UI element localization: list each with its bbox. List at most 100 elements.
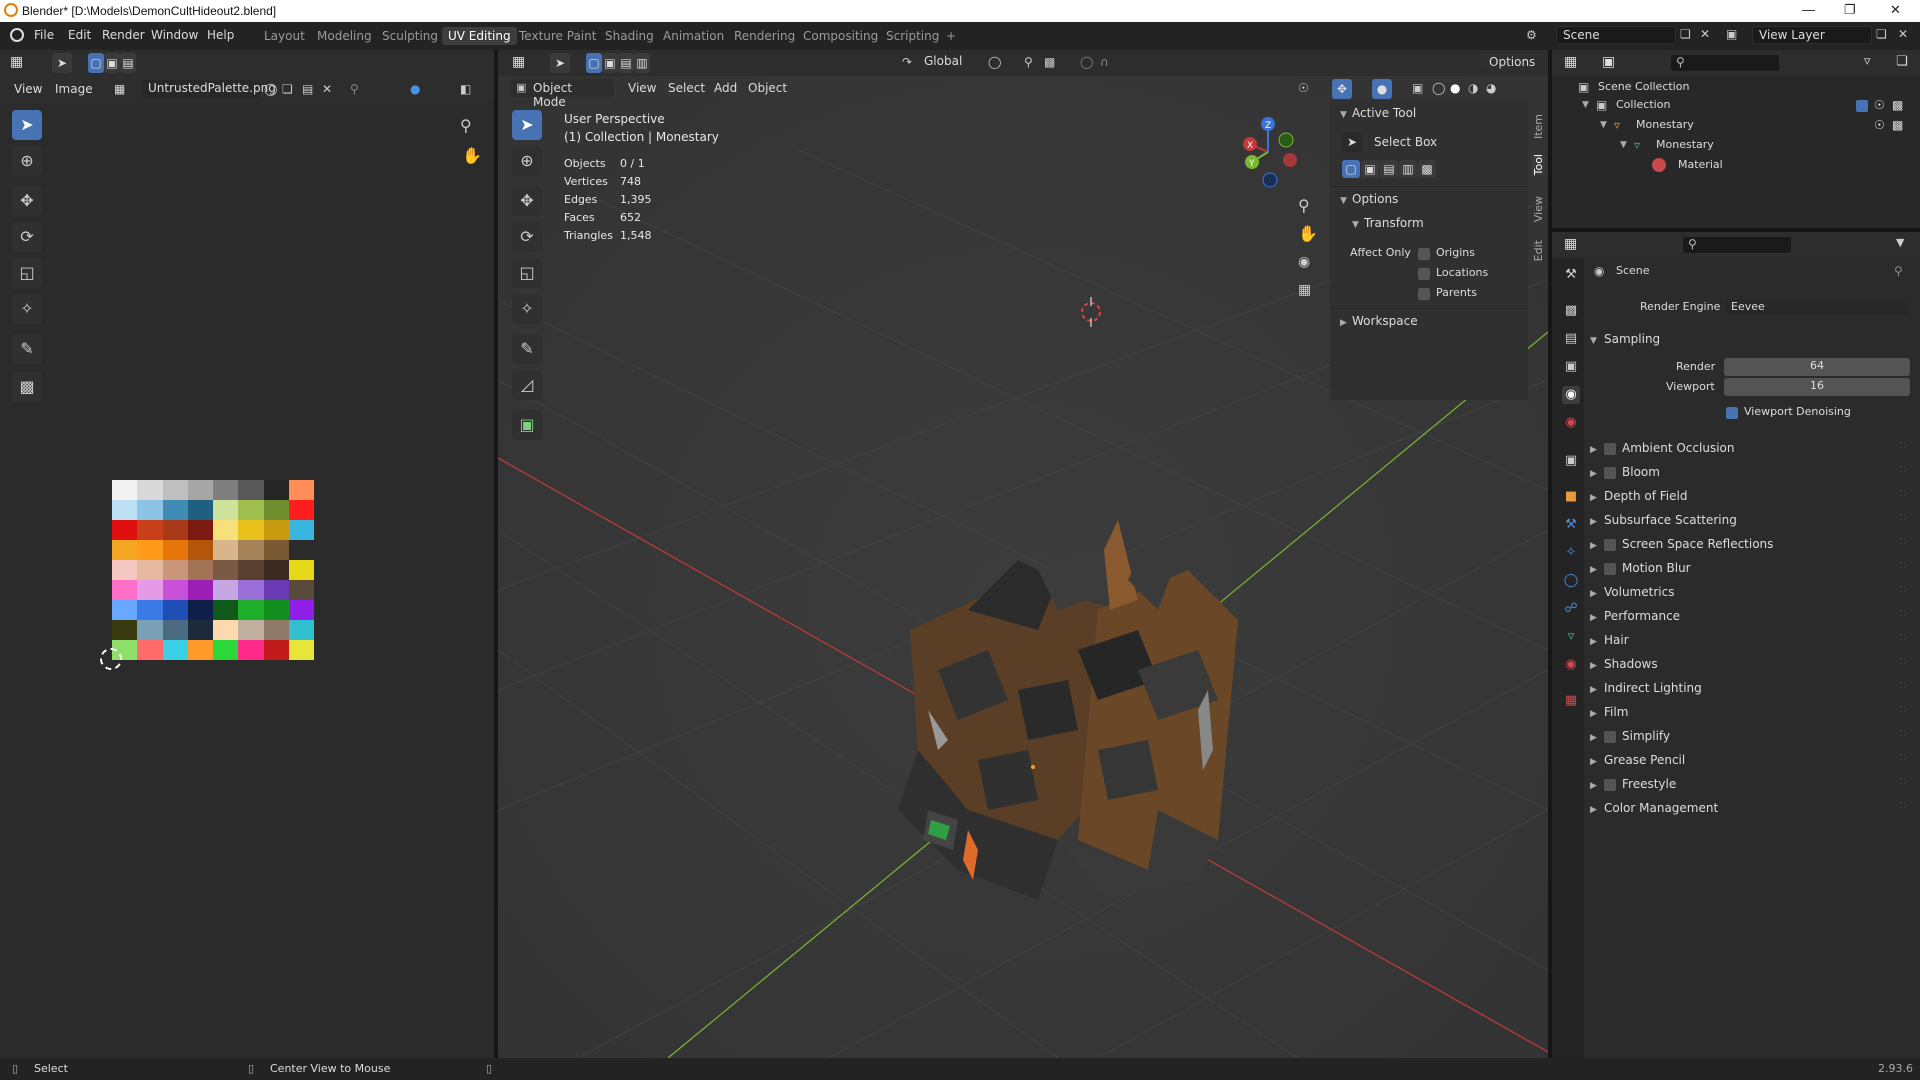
- snap-icon[interactable]: ⚲: [1024, 55, 1033, 69]
- active-tool-header[interactable]: Active Tool: [1352, 106, 1416, 120]
- tool-scale[interactable]: ◱: [512, 258, 542, 288]
- tool-annotate[interactable]: ✎: [512, 334, 542, 364]
- section-checkbox[interactable]: [1604, 731, 1616, 743]
- constraints-tab-icon[interactable]: ☍: [1562, 600, 1580, 618]
- tool-scale[interactable]: ◱: [12, 258, 42, 288]
- tab-texture-paint[interactable]: Texture Paint: [513, 27, 602, 45]
- scene-collection-label[interactable]: Scene Collection: [1598, 80, 1689, 93]
- falloff-icon[interactable]: ∩: [1100, 55, 1109, 69]
- drag-handle-icon[interactable]: ∷: [1900, 801, 1906, 812]
- mesh-label[interactable]: Monestary: [1656, 138, 1714, 151]
- tool-select-box[interactable]: ➤: [512, 110, 542, 140]
- mode-subtract-icon[interactable]: ▤: [1380, 160, 1398, 178]
- section-header[interactable]: Motion Blur: [1622, 561, 1691, 575]
- sidebar-tab-item[interactable]: Item: [1532, 114, 1545, 139]
- section-header[interactable]: Indirect Lighting: [1604, 681, 1702, 695]
- tab-animation[interactable]: Animation: [657, 27, 730, 45]
- editor-type-icon[interactable]: ▦: [512, 54, 525, 70]
- open-image-icon[interactable]: ▤: [302, 82, 313, 96]
- mode-invert-icon[interactable]: ▥: [1399, 160, 1417, 178]
- options-dropdown[interactable]: Options: [1482, 53, 1540, 71]
- navigation-gizmo[interactable]: X Y Z: [1228, 112, 1308, 192]
- transform-orientation-icon[interactable]: ↷: [902, 55, 912, 69]
- 3d-viewport[interactable]: ▦ ➤ ▢ ▣ ▤ ▥ ↷ Global ◯ ⚲ ▩ ◯ ∩ Options O…: [498, 50, 1548, 1058]
- material-tab-icon[interactable]: ◉: [1562, 656, 1580, 674]
- particles-tab-icon[interactable]: ✧: [1562, 544, 1580, 562]
- select-set-icon[interactable]: ▢: [586, 53, 602, 73]
- rendered-shading-icon[interactable]: ◕: [1486, 81, 1496, 95]
- section-header[interactable]: Freestyle: [1622, 777, 1676, 791]
- menu-file[interactable]: File: [34, 28, 54, 42]
- mode-intersect-icon[interactable]: ▩: [1418, 160, 1436, 178]
- tool-move[interactable]: ✥: [512, 186, 542, 216]
- pan-hand-icon[interactable]: ✋: [462, 146, 482, 165]
- view-layer-field[interactable]: View Layer: [1752, 26, 1872, 44]
- add-workspace-icon[interactable]: +: [940, 27, 962, 45]
- select-mode-icon[interactable]: ➤: [550, 53, 570, 73]
- section-header[interactable]: Ambient Occlusion: [1622, 441, 1734, 455]
- drag-handle-icon[interactable]: ∷: [1900, 537, 1906, 548]
- zoom-icon[interactable]: ⚲: [460, 116, 472, 135]
- restore-button[interactable]: ❐: [1844, 2, 1856, 18]
- new-collection-icon[interactable]: ❏: [1896, 54, 1908, 69]
- tab-sculpting[interactable]: Sculpting: [376, 27, 444, 45]
- menu-viewport-select[interactable]: Select: [668, 81, 705, 95]
- filter-icon[interactable]: ▿: [1864, 54, 1871, 69]
- drag-handle-icon[interactable]: ∷: [1900, 777, 1906, 788]
- options-header[interactable]: Options: [1352, 192, 1398, 206]
- tool-settings-tab-icon[interactable]: ⚒: [1562, 266, 1580, 284]
- image-browse-icon[interactable]: ▦: [114, 82, 125, 96]
- tool-rotate[interactable]: ⟳: [512, 222, 542, 252]
- section-header[interactable]: Bloom: [1622, 465, 1660, 479]
- ortho-toggle-icon[interactable]: ▦: [1298, 282, 1311, 298]
- physics-tab-icon[interactable]: ◯: [1562, 572, 1580, 590]
- object-label[interactable]: Monestary: [1636, 118, 1694, 131]
- outliner-search-input[interactable]: [1670, 54, 1780, 72]
- select-extend-icon[interactable]: ▣: [104, 53, 120, 73]
- drag-handle-icon[interactable]: ∷: [1900, 609, 1906, 620]
- tool-select-box[interactable]: ➤: [12, 110, 42, 140]
- delete-scene-icon[interactable]: ✕: [1700, 27, 1710, 41]
- parents-checkbox[interactable]: [1418, 288, 1430, 300]
- camera-icon[interactable]: ▩: [1892, 98, 1903, 112]
- drag-handle-icon[interactable]: ∷: [1900, 513, 1906, 524]
- tab-scripting[interactable]: Scripting: [880, 27, 945, 45]
- sidebar-tab-edit[interactable]: Edit: [1532, 240, 1545, 261]
- menu-view[interactable]: View: [14, 82, 42, 96]
- section-header[interactable]: Screen Space Reflections: [1622, 537, 1773, 551]
- select-subtract-icon[interactable]: ▤: [120, 53, 136, 73]
- workspace-header[interactable]: Workspace: [1352, 314, 1418, 328]
- minimize-button[interactable]: —: [1802, 2, 1815, 17]
- tool-add-cube[interactable]: ▣: [512, 410, 542, 440]
- material-label[interactable]: Material: [1678, 158, 1723, 171]
- zoom-icon[interactable]: ⚲: [1298, 196, 1310, 215]
- menu-viewport-view[interactable]: View: [628, 81, 656, 95]
- select-set-icon[interactable]: ▢: [88, 53, 104, 73]
- unlink-image-icon[interactable]: ✕: [322, 82, 332, 96]
- menu-edit[interactable]: Edit: [68, 28, 91, 42]
- drag-handle-icon[interactable]: ∷: [1900, 441, 1906, 452]
- drag-handle-icon[interactable]: ∷: [1900, 633, 1906, 644]
- select-subtract-icon[interactable]: ▤: [618, 53, 634, 73]
- overlay-toggle-icon[interactable]: ●: [1372, 79, 1392, 99]
- overlay-icon[interactable]: ●: [410, 82, 420, 96]
- viewport-denoising-checkbox[interactable]: [1726, 407, 1738, 419]
- editor-type-icon[interactable]: ▦: [10, 54, 23, 70]
- section-header[interactable]: Volumetrics: [1604, 585, 1674, 599]
- tool-transform[interactable]: ✧: [12, 294, 42, 324]
- mode-extend-icon[interactable]: ▣: [1361, 160, 1379, 178]
- data-tab-icon[interactable]: ▿: [1562, 628, 1580, 646]
- view-layer-icon[interactable]: ▣: [1726, 27, 1737, 41]
- scene-tab-icon[interactable]: ◉: [1562, 386, 1580, 404]
- render-engine-dropdown[interactable]: Eevee: [1724, 298, 1910, 316]
- transform-header[interactable]: Transform: [1364, 216, 1424, 230]
- sampling-header[interactable]: Sampling: [1604, 332, 1660, 346]
- scene-icon[interactable]: ⚙: [1526, 28, 1537, 42]
- visibility-icon[interactable]: ☉: [1298, 81, 1309, 95]
- collection-exclude-checkbox[interactable]: [1856, 100, 1868, 112]
- drag-handle-icon[interactable]: ∷: [1900, 489, 1906, 500]
- section-checkbox[interactable]: [1604, 563, 1616, 575]
- chevron-down-icon[interactable]: ▼: [1896, 236, 1904, 249]
- scene-field[interactable]: Scene: [1556, 26, 1676, 44]
- display-channels-icon[interactable]: ◧: [460, 82, 471, 96]
